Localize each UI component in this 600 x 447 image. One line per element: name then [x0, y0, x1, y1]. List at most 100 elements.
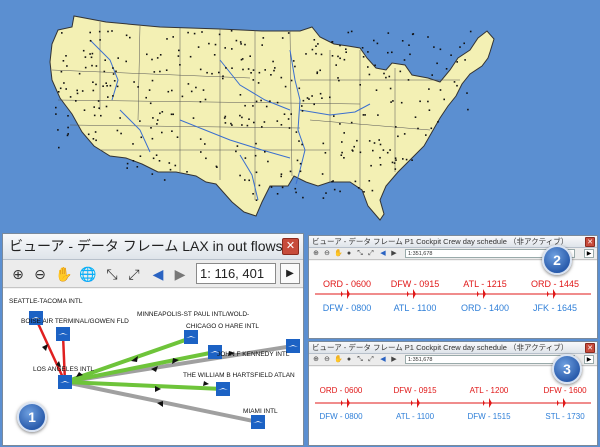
airport-dot	[392, 100, 394, 102]
schedule-canvas[interactable]: ORD - 0600 DFW - 0915 ATL - 1200 DFW - 1…	[309, 367, 597, 445]
airport-dot	[67, 133, 69, 135]
flow-la-boise	[61, 334, 67, 383]
airport-dot	[362, 56, 365, 58]
airport-dot	[276, 120, 279, 122]
airport-dot	[115, 70, 117, 73]
airport-dot	[159, 112, 161, 115]
airport-dot	[319, 69, 321, 72]
fixed-zoom-in-icon[interactable]: ⤡	[103, 264, 121, 284]
airport-dot	[254, 154, 257, 157]
airport-dot	[168, 162, 171, 164]
airport-dot	[385, 76, 387, 79]
airport-dot	[119, 117, 121, 119]
viewer-titlebar[interactable]: ビューア - データ フレーム LAX in out flows ... ✕	[3, 234, 303, 260]
go-button[interactable]: ▶	[280, 263, 300, 284]
forward-arrow-icon[interactable]: ▶	[390, 250, 398, 258]
back-arrow-icon[interactable]: ◀	[149, 264, 167, 284]
zoom-out-icon[interactable]: ⊖	[31, 264, 49, 284]
airport-dot	[156, 57, 159, 59]
hand-pan-icon[interactable]: ✋	[334, 250, 343, 258]
airport-icon[interactable]	[184, 330, 198, 344]
airport-dot	[299, 162, 302, 165]
airport-dot	[383, 72, 385, 75]
zoom-out-icon[interactable]: ⊖	[323, 250, 331, 258]
hand-pan-icon[interactable]: ✋	[334, 356, 343, 364]
airport-dot	[222, 77, 224, 80]
schedule-arrival-label: JFK - 1645	[533, 303, 577, 313]
airport-dot	[272, 60, 274, 63]
fixed-zoom-in-icon[interactable]: ⤡	[356, 356, 364, 364]
forward-arrow-icon[interactable]: ▶	[390, 356, 398, 364]
fixed-zoom-out-icon[interactable]: ⤢	[125, 264, 143, 284]
airport-dot	[83, 109, 86, 111]
airport-dot	[394, 168, 397, 170]
fixed-zoom-out-icon[interactable]: ⤢	[367, 356, 375, 364]
back-arrow-icon[interactable]: ◀	[379, 356, 387, 364]
airport-dot	[258, 71, 261, 74]
forward-arrow-icon[interactable]: ▶	[171, 264, 189, 284]
airport-dot	[58, 146, 60, 149]
zoom-in-icon[interactable]: ⊕	[312, 250, 320, 258]
scale-input[interactable]: 1:351,678	[405, 355, 575, 364]
airport-dot	[319, 92, 322, 95]
airport-dot	[359, 151, 362, 154]
scale-input[interactable]: 1: 116, 401	[196, 263, 276, 284]
hand-pan-icon[interactable]: ✋	[55, 264, 73, 284]
viewer-titlebar[interactable]: ビューア - データ フレーム P1 Cockpit Crew day sche…	[309, 342, 597, 354]
schedule-departure-label: DFW - 0915	[393, 386, 437, 395]
airport-dot	[337, 55, 339, 58]
airport-dot	[92, 89, 95, 92]
airport-dot	[265, 105, 268, 108]
airport-dot	[345, 51, 347, 53]
airport-dot	[156, 123, 158, 125]
globe-icon[interactable]: ●	[345, 250, 353, 258]
airport-icon[interactable]	[56, 327, 70, 341]
airport-dot	[322, 197, 325, 199]
flow-map-canvas[interactable]: SEATTLE-TACOMA INTL BOISE AIR TERMINAL/G…	[3, 289, 303, 445]
airport-dot	[89, 40, 92, 42]
airport-dot	[284, 85, 287, 88]
airport-dot	[65, 88, 67, 90]
airport-dot	[236, 145, 239, 147]
airport-dot	[391, 161, 394, 164]
globe-icon[interactable]: ●	[345, 356, 353, 364]
airport-icon[interactable]	[58, 375, 72, 389]
airport-dot	[338, 79, 340, 82]
airport-dot	[388, 75, 391, 78]
airport-dot	[372, 149, 374, 152]
airport-icon[interactable]	[251, 415, 265, 429]
airport-icon[interactable]	[216, 382, 230, 396]
back-arrow-icon[interactable]: ◀	[379, 250, 387, 258]
airport-dot	[339, 190, 341, 193]
fixed-zoom-in-icon[interactable]: ⤡	[356, 250, 364, 258]
schedule-departure-label: ORD - 1445	[531, 279, 579, 289]
go-button[interactable]: ▶	[584, 249, 594, 258]
airport-dot	[252, 105, 254, 107]
globe-icon[interactable]: 🌐	[79, 264, 97, 284]
zoom-out-icon[interactable]: ⊖	[323, 356, 331, 364]
airport-label-miami: MIAMI INTL	[243, 408, 278, 415]
airport-dot	[295, 191, 297, 194]
close-button[interactable]: ✕	[585, 237, 595, 247]
airport-dot	[129, 36, 131, 39]
airport-dot	[112, 95, 114, 97]
airport-dot	[287, 118, 290, 120]
airport-dot	[305, 53, 307, 55]
airport-dot	[325, 192, 327, 194]
close-button[interactable]: ✕	[585, 343, 595, 353]
airport-dot	[270, 186, 273, 188]
airport-dot	[273, 69, 275, 72]
airport-dot	[459, 46, 461, 48]
close-button[interactable]: ✕	[282, 238, 299, 255]
airport-dot	[289, 170, 292, 173]
go-button[interactable]: ▶	[584, 355, 594, 364]
airport-dot	[343, 132, 345, 134]
zoom-in-icon[interactable]: ⊕	[9, 264, 27, 284]
zoom-in-icon[interactable]: ⊕	[312, 356, 320, 364]
airport-dot	[57, 91, 60, 93]
airport-dot	[200, 151, 202, 153]
airport-dot	[382, 149, 385, 151]
airport-dot	[93, 106, 95, 108]
fixed-zoom-out-icon[interactable]: ⤢	[367, 250, 375, 258]
airport-dot	[370, 164, 372, 167]
